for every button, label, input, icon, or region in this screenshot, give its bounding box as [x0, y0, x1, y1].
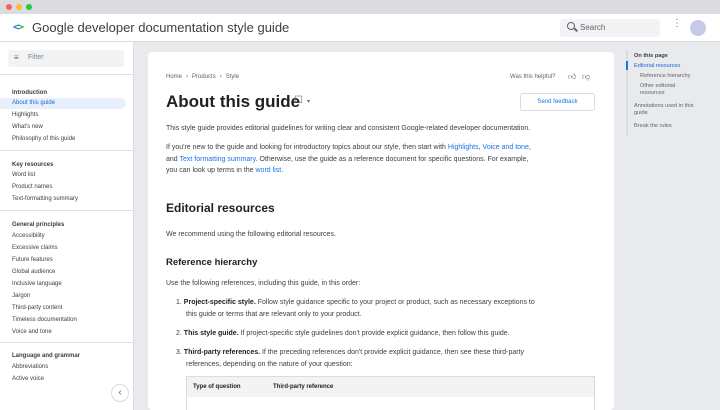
- thumbs-up-icon[interactable]: 👍︎: [568, 72, 576, 82]
- text: ,: [528, 144, 531, 151]
- sidebar-item-future-features[interactable]: Future features: [0, 255, 126, 266]
- breadcrumb: Home › Products › Style: [166, 74, 239, 80]
- list-item-text: If project-specific style guidelines don…: [238, 330, 510, 337]
- sidebar-item-philosophy[interactable]: Philosophy of this guide: [0, 134, 126, 145]
- table-header-cell: Third-party reference: [273, 384, 334, 390]
- chevron-down-icon[interactable]: ▾: [307, 98, 310, 105]
- link-highlights[interactable]: Highlights: [448, 144, 479, 151]
- list-item-text: this guide or terms that are relevant on…: [186, 310, 362, 318]
- link-voice-and-tone[interactable]: Voice and tone: [483, 144, 529, 151]
- divider: [0, 210, 133, 211]
- sidebar-item-global-audience[interactable]: Global audience: [0, 267, 126, 278]
- main-content: Home › Products › Style Was this helpful? 👍︎…: [148, 52, 614, 410]
- sidebar-item-product-names[interactable]: Product names: [0, 182, 126, 193]
- editorial-paragraph: We recommend using the following editori…: [166, 231, 336, 238]
- toc-item-editorial-resources[interactable]: Editorial resources: [634, 63, 680, 70]
- text: and: [166, 155, 180, 163]
- bookmark-icon[interactable]: ☐: [294, 95, 303, 106]
- breadcrumb-style[interactable]: Style: [226, 74, 239, 80]
- thumbs-down-icon[interactable]: 👎︎: [582, 72, 590, 82]
- link-word-list[interactable]: word list: [256, 167, 282, 174]
- close-window-button[interactable]: [6, 4, 12, 10]
- nav-section-language-and-grammar: Language and grammar: [12, 353, 81, 359]
- sidebar-item-third-party-content[interactable]: Third-party content: [0, 303, 126, 314]
- sidebar-item-accessibility[interactable]: Accessibility: [0, 231, 126, 242]
- breadcrumb-products[interactable]: Products: [192, 74, 216, 80]
- sidebar-item-excessive-claims[interactable]: Excessive claims: [0, 243, 126, 254]
- chevron-right-icon: ›: [219, 74, 222, 80]
- text: you can look up terms in the: [166, 167, 256, 174]
- table-header-row: Type of question Third-party reference: [187, 377, 594, 397]
- site-title[interactable]: Google developer documentation style gui…: [32, 20, 289, 35]
- toc-item-other-editorial-resources[interactable]: Other editorial resources: [640, 83, 700, 97]
- minimize-window-button[interactable]: [16, 4, 22, 10]
- nav-section-general-principles: General principles: [12, 222, 65, 228]
- hierarchy-paragraph: Use the following references, including …: [166, 280, 361, 287]
- maximize-window-button[interactable]: [26, 4, 32, 10]
- collapse-sidebar-button[interactable]: ‹: [111, 384, 129, 402]
- list-item: 2. This style guide. If project-specific…: [176, 328, 510, 340]
- toc-item-break-the-rules[interactable]: Break the rules: [634, 123, 672, 130]
- intro-paragraph: This style guide provides editorial guid…: [166, 125, 531, 132]
- reference-table: Type of question Third-party reference: [186, 376, 595, 410]
- left-sidebar: ≡ Filter Introduction About this guide H…: [0, 42, 134, 410]
- page-title: About this guide: [166, 92, 301, 111]
- heading-editorial-resources: Editorial resources: [166, 201, 275, 215]
- sidebar-item-timeless-documentation[interactable]: Timeless documentation: [0, 315, 126, 326]
- window-titlebar: [0, 0, 720, 14]
- toc-item-annotations[interactable]: Annotations used in this guide: [634, 103, 704, 117]
- text: .: [281, 167, 284, 174]
- code-brackets-icon[interactable]: <>: [13, 22, 24, 33]
- helpful-label: Was this helpful?: [510, 74, 556, 80]
- list-item-bold: This style guide.: [183, 330, 239, 337]
- sidebar-item-text-formatting[interactable]: Text-formatting summary: [0, 194, 126, 205]
- sidebar-item-abbreviations[interactable]: Abbreviations: [0, 362, 126, 373]
- sidebar-item-jargon[interactable]: Jargon: [0, 291, 126, 302]
- breadcrumb-home[interactable]: Home: [166, 74, 182, 80]
- sidebar-item-word-list[interactable]: Word list: [0, 170, 126, 181]
- divider: [0, 74, 133, 75]
- toc-title: On this page: [634, 53, 668, 59]
- table-of-contents: On this page Editorial resources Referen…: [626, 50, 720, 160]
- intro-paragraph-2: If you're new to the guide and looking f…: [166, 142, 596, 177]
- divider: [0, 150, 133, 151]
- chevron-right-icon: ›: [186, 74, 189, 80]
- nav-section-introduction: Introduction: [12, 90, 47, 96]
- search-placeholder: Search: [580, 23, 606, 32]
- list-item-text: Follow style guidance specific to your p…: [255, 299, 535, 306]
- list-item-text: If the preceding references don't provid…: [260, 349, 525, 356]
- table-header-cell: Type of question: [193, 384, 241, 390]
- list-item-bold: Third-party references.: [183, 349, 261, 356]
- list-item: 1. Project-specific style. Follow style …: [176, 297, 535, 320]
- heading-reference-hierarchy: Reference hierarchy: [166, 257, 258, 268]
- avatar[interactable]: [690, 20, 706, 36]
- list-item-text: references, depending on the nature of y…: [186, 360, 353, 368]
- send-feedback-button[interactable]: Send feedback: [520, 93, 595, 111]
- list-number: 1.: [176, 299, 182, 306]
- list-number: 3.: [176, 349, 182, 356]
- divider: [0, 342, 133, 343]
- filter-icon: ≡: [14, 53, 19, 62]
- list-item: 3. Third-party references. If the preced…: [176, 347, 524, 370]
- sidebar-item-highlights[interactable]: Highlights: [0, 110, 126, 121]
- search-input[interactable]: Search: [560, 19, 660, 37]
- nav-section-key-resources: Key resources: [12, 162, 54, 168]
- text: If you're new to the guide and looking f…: [166, 144, 448, 151]
- text: . Otherwise, use the guide as a referenc…: [255, 155, 529, 163]
- filter-placeholder: Filter: [28, 54, 44, 61]
- sidebar-item-whats-new[interactable]: What's new: [0, 122, 126, 133]
- search-icon: [567, 22, 575, 30]
- list-item-bold: Project-specific style.: [183, 299, 256, 306]
- more-options-icon[interactable]: ⋮: [672, 19, 682, 36]
- site-header: <> Google developer documentation style …: [0, 14, 720, 42]
- link-text-formatting-summary[interactable]: Text formatting summary: [180, 156, 256, 163]
- sidebar-item-voice-and-tone[interactable]: Voice and tone: [0, 327, 126, 338]
- list-number: 2.: [176, 330, 182, 337]
- toc-active-indicator: [626, 61, 628, 70]
- sidebar-item-inclusive-language[interactable]: Inclusive language: [0, 279, 126, 290]
- toc-item-reference-hierarchy[interactable]: Reference hierarchy: [640, 73, 690, 80]
- sidebar-item-active-voice[interactable]: Active voice: [0, 374, 126, 385]
- sidebar-item-about-this-guide[interactable]: About this guide: [0, 98, 126, 109]
- filter-input[interactable]: ≡ Filter: [8, 50, 124, 67]
